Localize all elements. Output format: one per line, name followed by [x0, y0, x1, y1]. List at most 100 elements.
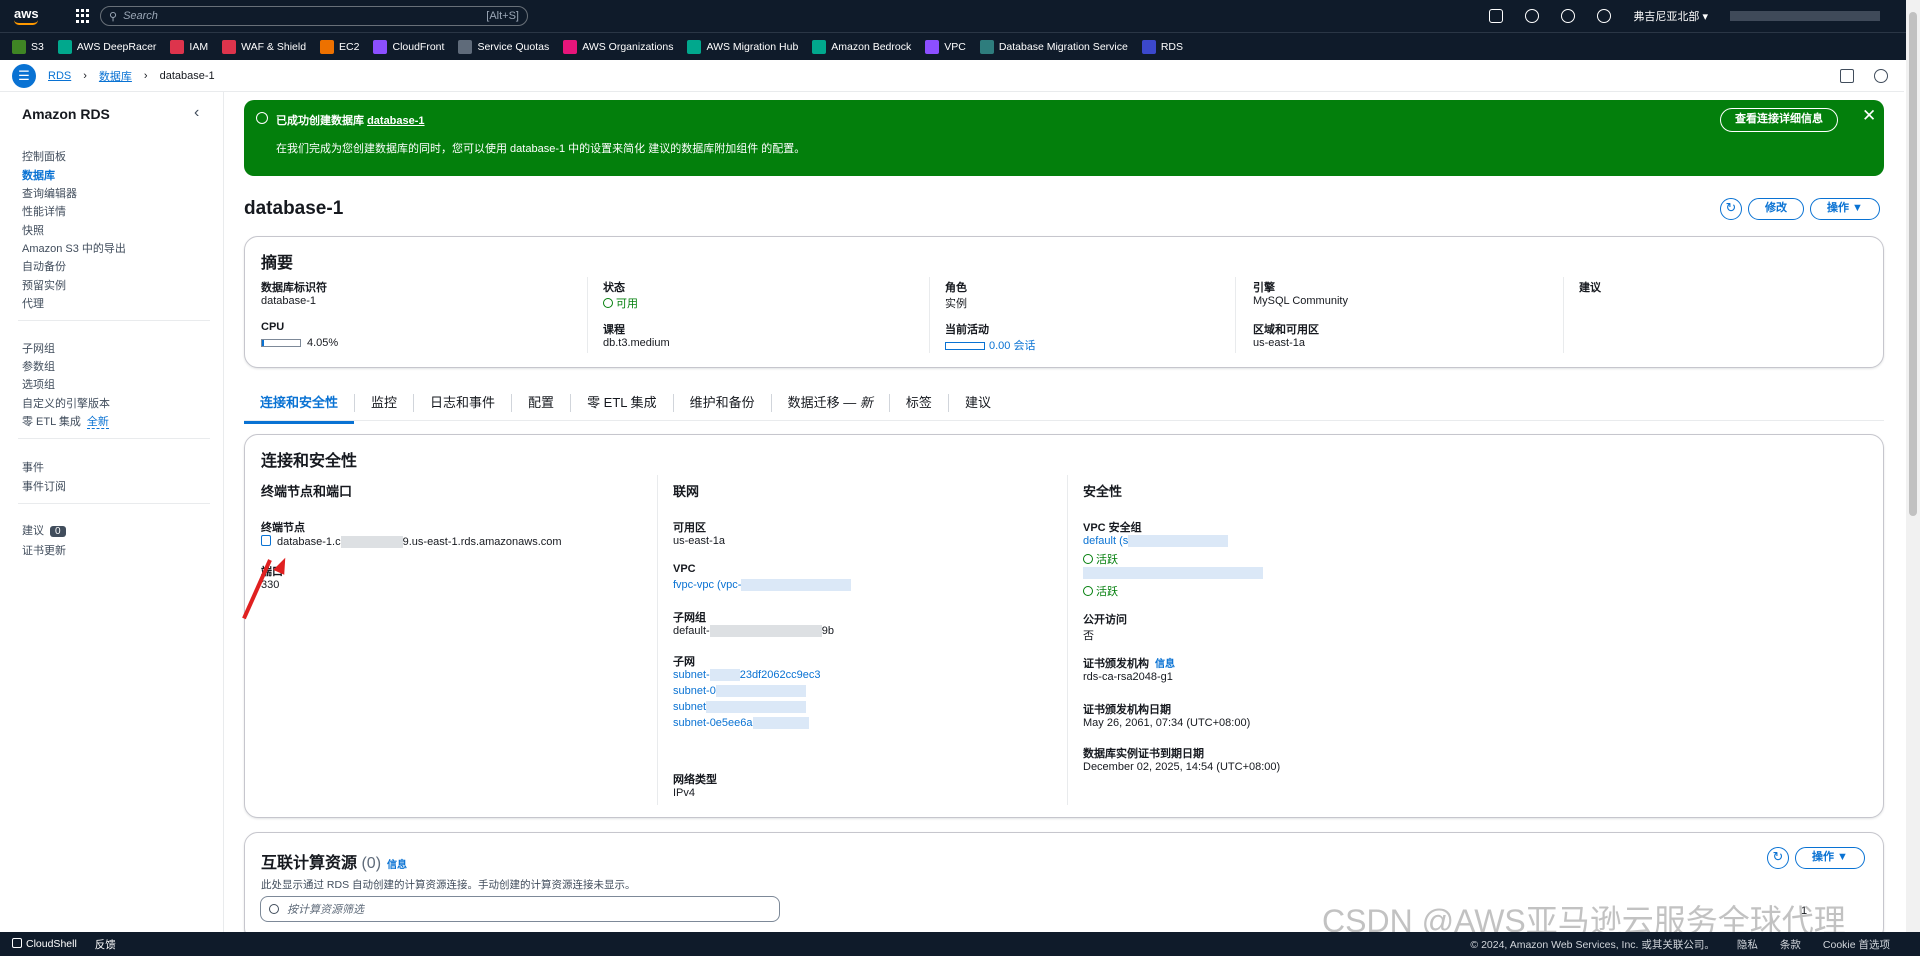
- aws-logo[interactable]: aws: [14, 6, 40, 26]
- sidebar-item-parameter-groups[interactable]: 参数组: [22, 358, 55, 374]
- account-menu[interactable]: [1730, 11, 1880, 21]
- tab-data-migration-label: 数据迁移 —: [787, 395, 860, 410]
- favorite-service-quotas[interactable]: Service Quotas: [458, 39, 549, 54]
- feedback-link[interactable]: 反馈: [95, 937, 116, 952]
- subnet-link-tail[interactable]: 23df2062cc9ec3: [740, 669, 821, 681]
- favorite-waf-shield[interactable]: WAF & Shield: [222, 39, 306, 54]
- chevron-left-icon[interactable]: ‹: [194, 104, 199, 122]
- tab-maintenance[interactable]: 维护和备份: [674, 394, 772, 412]
- cloudshell-button[interactable]: CloudShell: [12, 938, 77, 950]
- ca-value: rds-ca-rsa2048-g1: [1083, 671, 1173, 683]
- scrollbar[interactable]: [1906, 0, 1920, 932]
- favorite-iam[interactable]: IAM: [170, 39, 208, 54]
- sidebar-item-dashboard[interactable]: 控制面板: [22, 148, 66, 164]
- favorite-ec2[interactable]: EC2: [320, 39, 359, 54]
- security-group-link[interactable]: default (s: [1083, 535, 1229, 548]
- sidebar-item-event-subs[interactable]: 事件订阅: [22, 478, 66, 494]
- vpc-link[interactable]: fvpc-vpc (vpc-: [673, 579, 852, 592]
- compute-info-link[interactable]: 信息: [387, 860, 407, 871]
- cloudshell-icon[interactable]: [1489, 9, 1504, 23]
- summary-card: 摘要 数据库标识符 database-1 CPU 4.05% 状态 可用 课程 …: [244, 236, 1884, 368]
- sidebar-item-reserved[interactable]: 预留实例: [22, 277, 66, 293]
- sidebar-item-option-groups[interactable]: 选项组: [22, 376, 55, 392]
- flash-db-link[interactable]: database-1: [367, 115, 424, 127]
- bell-icon[interactable]: [1525, 9, 1540, 23]
- tab-configuration[interactable]: 配置: [512, 394, 572, 412]
- tab-monitoring[interactable]: 监控: [355, 394, 415, 412]
- vpc-link-text[interactable]: fvpc-vpc (vpc-: [673, 579, 741, 591]
- subnet-link-text[interactable]: subnet-0: [673, 685, 716, 697]
- services-grid-icon[interactable]: [76, 9, 90, 23]
- close-icon[interactable]: ✕: [1862, 106, 1876, 126]
- search-icon: ⚲: [109, 10, 118, 23]
- copy-icon[interactable]: [261, 535, 271, 546]
- sidebar-item-databases[interactable]: 数据库: [22, 167, 55, 183]
- sidebar-item-custom-engine[interactable]: 自定义的引擎版本: [22, 395, 110, 411]
- sidebar-item-performance[interactable]: 性能详情: [22, 203, 66, 219]
- security-group-link-text[interactable]: default (s: [1083, 535, 1128, 547]
- sidebar-item-recommendations[interactable]: 建议 0: [22, 522, 66, 538]
- refresh-icon[interactable]: ↻: [1767, 847, 1789, 869]
- compute-actions-button[interactable]: 操作 ▼: [1795, 847, 1865, 869]
- new-badge: 全新: [86, 416, 109, 429]
- sidebar-item-events[interactable]: 事件: [22, 459, 44, 475]
- tab-connectivity[interactable]: 连接和安全性: [244, 394, 356, 424]
- subnet-link[interactable]: subnet-0: [673, 685, 806, 698]
- recommendations-label: 建议: [1579, 282, 1601, 294]
- tab-zero-etl[interactable]: 零 ETL 集成: [571, 394, 674, 412]
- sidebar-item-cert-update[interactable]: 证书更新: [22, 542, 66, 558]
- tab-data-migration[interactable]: 数据迁移 — 新: [772, 394, 890, 412]
- tab-recommendations[interactable]: 建议: [949, 394, 1007, 412]
- compute-filter-input[interactable]: 按计算资源筛选: [260, 896, 780, 922]
- subnet-link-text[interactable]: subnet-0e5ee6a: [673, 717, 753, 729]
- actions-button[interactable]: 操作 ▼: [1810, 198, 1880, 220]
- favorite-database-migration-service[interactable]: Database Migration Service: [979, 39, 1128, 54]
- divider: [1235, 277, 1236, 353]
- sidebar-item-query-editor[interactable]: 查询编辑器: [22, 185, 77, 201]
- favorite-s3[interactable]: S3: [12, 39, 44, 54]
- sidebar-item-proxies[interactable]: 代理: [22, 295, 44, 311]
- gear-icon[interactable]: [1597, 9, 1612, 23]
- refresh-icon[interactable]: ↻: [1720, 198, 1742, 220]
- ca-date-value: May 26, 2061, 07:34 (UTC+08:00): [1083, 717, 1251, 729]
- terms-link[interactable]: 条款: [1780, 937, 1801, 952]
- favorite-vpc[interactable]: VPC: [925, 39, 966, 54]
- subnet-link[interactable]: subnet: [673, 701, 807, 714]
- favorite-aws-deepracer[interactable]: AWS DeepRacer: [57, 39, 156, 54]
- cookie-link[interactable]: Cookie 首选项: [1823, 937, 1890, 952]
- feedback-icon[interactable]: [1840, 68, 1854, 83]
- region-selector[interactable]: 弗吉尼亚北部 ▾: [1633, 8, 1708, 24]
- subnet-link-text[interactable]: subnet-: [673, 669, 710, 681]
- favorite-aws-migration-hub[interactable]: AWS Migration Hub: [687, 39, 798, 54]
- subnet-link-text[interactable]: subnet: [673, 701, 706, 713]
- tab-logs-events[interactable]: 日志和事件: [414, 394, 513, 412]
- breadcrumb-rds[interactable]: RDS: [48, 70, 71, 82]
- sidebar-item-subnet-groups[interactable]: 子网组: [22, 340, 55, 356]
- activity-value[interactable]: 0.00 会话: [945, 337, 1035, 353]
- help-icon[interactable]: [1561, 9, 1576, 23]
- sidebar-item-zero-etl[interactable]: 零 ETL 集成 全新: [22, 413, 109, 429]
- sidebar-item-snapshots[interactable]: 快照: [22, 222, 44, 238]
- view-connection-details-button[interactable]: 查看连接详细信息: [1720, 108, 1838, 132]
- tab-tags[interactable]: 标签: [890, 394, 949, 412]
- favorite-rds[interactable]: RDS: [1141, 39, 1183, 54]
- modify-button[interactable]: 修改: [1748, 198, 1804, 220]
- breadcrumb-databases[interactable]: 数据库: [99, 68, 132, 84]
- favorite-cloudfront[interactable]: CloudFront: [373, 39, 444, 54]
- search-input[interactable]: ⚲ Search [Alt+S]: [100, 6, 528, 26]
- sidebar-item-s3-exports[interactable]: Amazon S3 中的导出: [22, 240, 126, 256]
- favorite-amazon-bedrock[interactable]: Amazon Bedrock: [812, 39, 911, 54]
- favorite-aws-organizations[interactable]: AWS Organizations: [563, 39, 674, 54]
- sidebar-item-auto-backups[interactable]: 自动备份: [22, 258, 66, 274]
- service-icon: [563, 39, 578, 54]
- scrollbar-thumb[interactable]: [1909, 12, 1917, 516]
- subnet-link[interactable]: subnet-0e5ee6a: [673, 717, 809, 730]
- check-circle-icon: [1083, 586, 1093, 596]
- menu-icon[interactable]: ☰: [12, 63, 36, 88]
- privacy-link[interactable]: 隐私: [1737, 937, 1758, 952]
- favorite-label: AWS Organizations: [582, 40, 674, 53]
- settings-icon[interactable]: [1874, 68, 1888, 83]
- subnet-link[interactable]: subnet- 23df2062cc9ec3: [673, 669, 821, 682]
- security-group-link[interactable]: [1083, 567, 1263, 580]
- ca-info-link[interactable]: 信息: [1155, 659, 1175, 670]
